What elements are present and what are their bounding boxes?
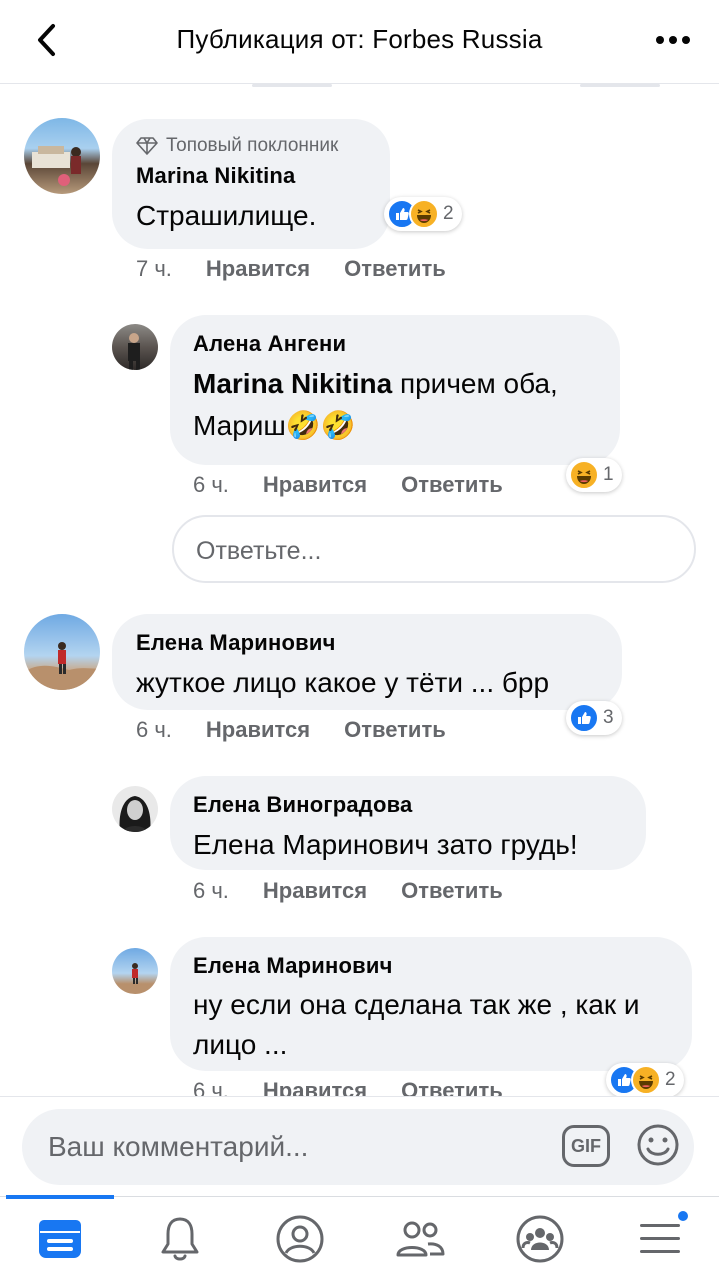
emoji-button[interactable] — [636, 1123, 680, 1167]
reply-input[interactable]: Ответьте... — [172, 515, 696, 583]
comment-bubble: Елена Маринович ну если она сделана так … — [170, 937, 692, 1071]
reactions-summary[interactable]: 2 — [384, 197, 462, 231]
comment-author[interactable]: Елена Маринович — [193, 953, 670, 979]
bottom-tab-bar — [0, 1195, 719, 1280]
menu-icon — [640, 1224, 680, 1253]
notification-dot — [676, 1209, 690, 1223]
like-button[interactable]: Нравится — [263, 878, 367, 904]
tab-feed[interactable] — [34, 1213, 86, 1265]
comment-text: Страшилище. — [136, 200, 317, 231]
comment-time: 6 ч. — [136, 717, 172, 742]
profile-icon — [276, 1215, 324, 1263]
reply-button[interactable]: Ответить — [344, 717, 446, 743]
avatar-photo — [24, 642, 100, 690]
comment-time: 6 ч. — [193, 472, 229, 497]
mention-link[interactable]: Marina Nikitina — [193, 368, 392, 399]
reactions-summary[interactable]: 2 — [606, 1063, 684, 1097]
smiley-icon — [637, 1124, 679, 1166]
comment-author[interactable]: Елена Маринович — [136, 630, 600, 656]
avatar-photo — [32, 146, 81, 186]
groups-icon — [516, 1215, 564, 1263]
reply-button[interactable]: Ответить — [401, 878, 503, 904]
tab-groups[interactable] — [514, 1213, 566, 1265]
reactions-summary[interactable]: 1 — [566, 458, 622, 492]
comment-author[interactable]: Елена Виноградова — [193, 792, 624, 818]
gif-button[interactable]: GIF — [562, 1125, 610, 1167]
tab-menu[interactable] — [634, 1209, 690, 1265]
divider — [580, 84, 660, 87]
reaction-count: 1 — [603, 464, 614, 485]
active-tab-indicator — [6, 1195, 114, 1199]
reaction-count: 2 — [665, 1069, 676, 1090]
avatar[interactable] — [24, 118, 100, 194]
friends-icon — [396, 1221, 445, 1257]
reply-button[interactable]: Ответить — [344, 256, 446, 282]
tab-notifications[interactable] — [154, 1213, 206, 1265]
like-button[interactable]: Нравится — [206, 256, 310, 282]
avatar[interactable] — [112, 786, 158, 832]
badge-label: Топовый поклонник — [166, 135, 339, 156]
like-reaction-icon — [569, 703, 599, 733]
comment-time: 6 ч. — [193, 878, 229, 903]
comment-actions: 6 ч. Нравится Ответить — [193, 878, 537, 904]
divider — [252, 84, 332, 87]
tab-friends[interactable] — [394, 1213, 446, 1265]
like-button[interactable]: Нравится — [263, 472, 367, 498]
bell-icon — [161, 1217, 199, 1261]
comment-author[interactable]: Алена Ангени — [193, 331, 598, 357]
reply-button[interactable]: Ответить — [401, 472, 503, 498]
comment-bubble: Елена Виноградова Елена Маринович зато г… — [170, 776, 646, 870]
avatar[interactable] — [24, 614, 100, 690]
comment-input-placeholder: Ваш комментарий... — [48, 1131, 309, 1162]
reaction-count: 3 — [603, 707, 614, 728]
comment-actions: 7 ч. Нравится Ответить — [136, 256, 480, 282]
avatar-photo — [128, 333, 140, 370]
top-bar: Публикация от: Forbes Russia — [0, 0, 719, 84]
more-options-button[interactable] — [653, 24, 693, 56]
comment-bubble: Топовый поклонник Marina Nikitina Страши… — [112, 119, 390, 249]
comment-text: Marina Nikitina причем оба, Мариш🤣🤣 — [193, 363, 598, 447]
tab-profile[interactable] — [274, 1213, 326, 1265]
avatar-photo — [119, 796, 151, 832]
avatar[interactable] — [112, 324, 158, 370]
comment-author[interactable]: Marina Nikitina — [136, 163, 368, 189]
reactions-summary[interactable]: 3 — [566, 701, 622, 735]
like-button[interactable]: Нравится — [206, 717, 310, 743]
comment-bubble: Алена Ангени Marina Nikitina причем оба,… — [170, 315, 620, 465]
comment-composer: Ваш комментарий... GIF — [0, 1096, 719, 1196]
haha-reaction-icon — [569, 460, 599, 490]
avatar-photo — [132, 963, 138, 984]
top-fan-badge: Топовый поклонник — [136, 135, 368, 157]
comment-input[interactable]: Ваш комментарий... GIF — [22, 1109, 694, 1185]
avatar[interactable] — [112, 948, 158, 994]
comment-time: 7 ч. — [136, 256, 172, 281]
comment-actions: 6 ч. Нравится Ответить — [193, 472, 537, 498]
reaction-count: 2 — [443, 203, 454, 224]
feed-icon — [39, 1220, 81, 1258]
comment-bubble: Елена Маринович жуткое лицо какое у тёти… — [112, 614, 622, 710]
comment-text: Елена Маринович зато грудь! — [193, 829, 578, 860]
haha-reaction-icon — [409, 199, 439, 229]
comment-actions: 6 ч. Нравится Ответить — [136, 717, 480, 743]
page-title: Публикация от: Forbes Russia — [176, 24, 543, 54]
comment-text: жуткое лицо какое у тёти ... брр — [136, 667, 550, 698]
comment-text: ну если она сделана так же , как и лицо … — [193, 989, 640, 1060]
haha-reaction-icon — [631, 1065, 661, 1095]
diamond-icon — [136, 137, 158, 155]
